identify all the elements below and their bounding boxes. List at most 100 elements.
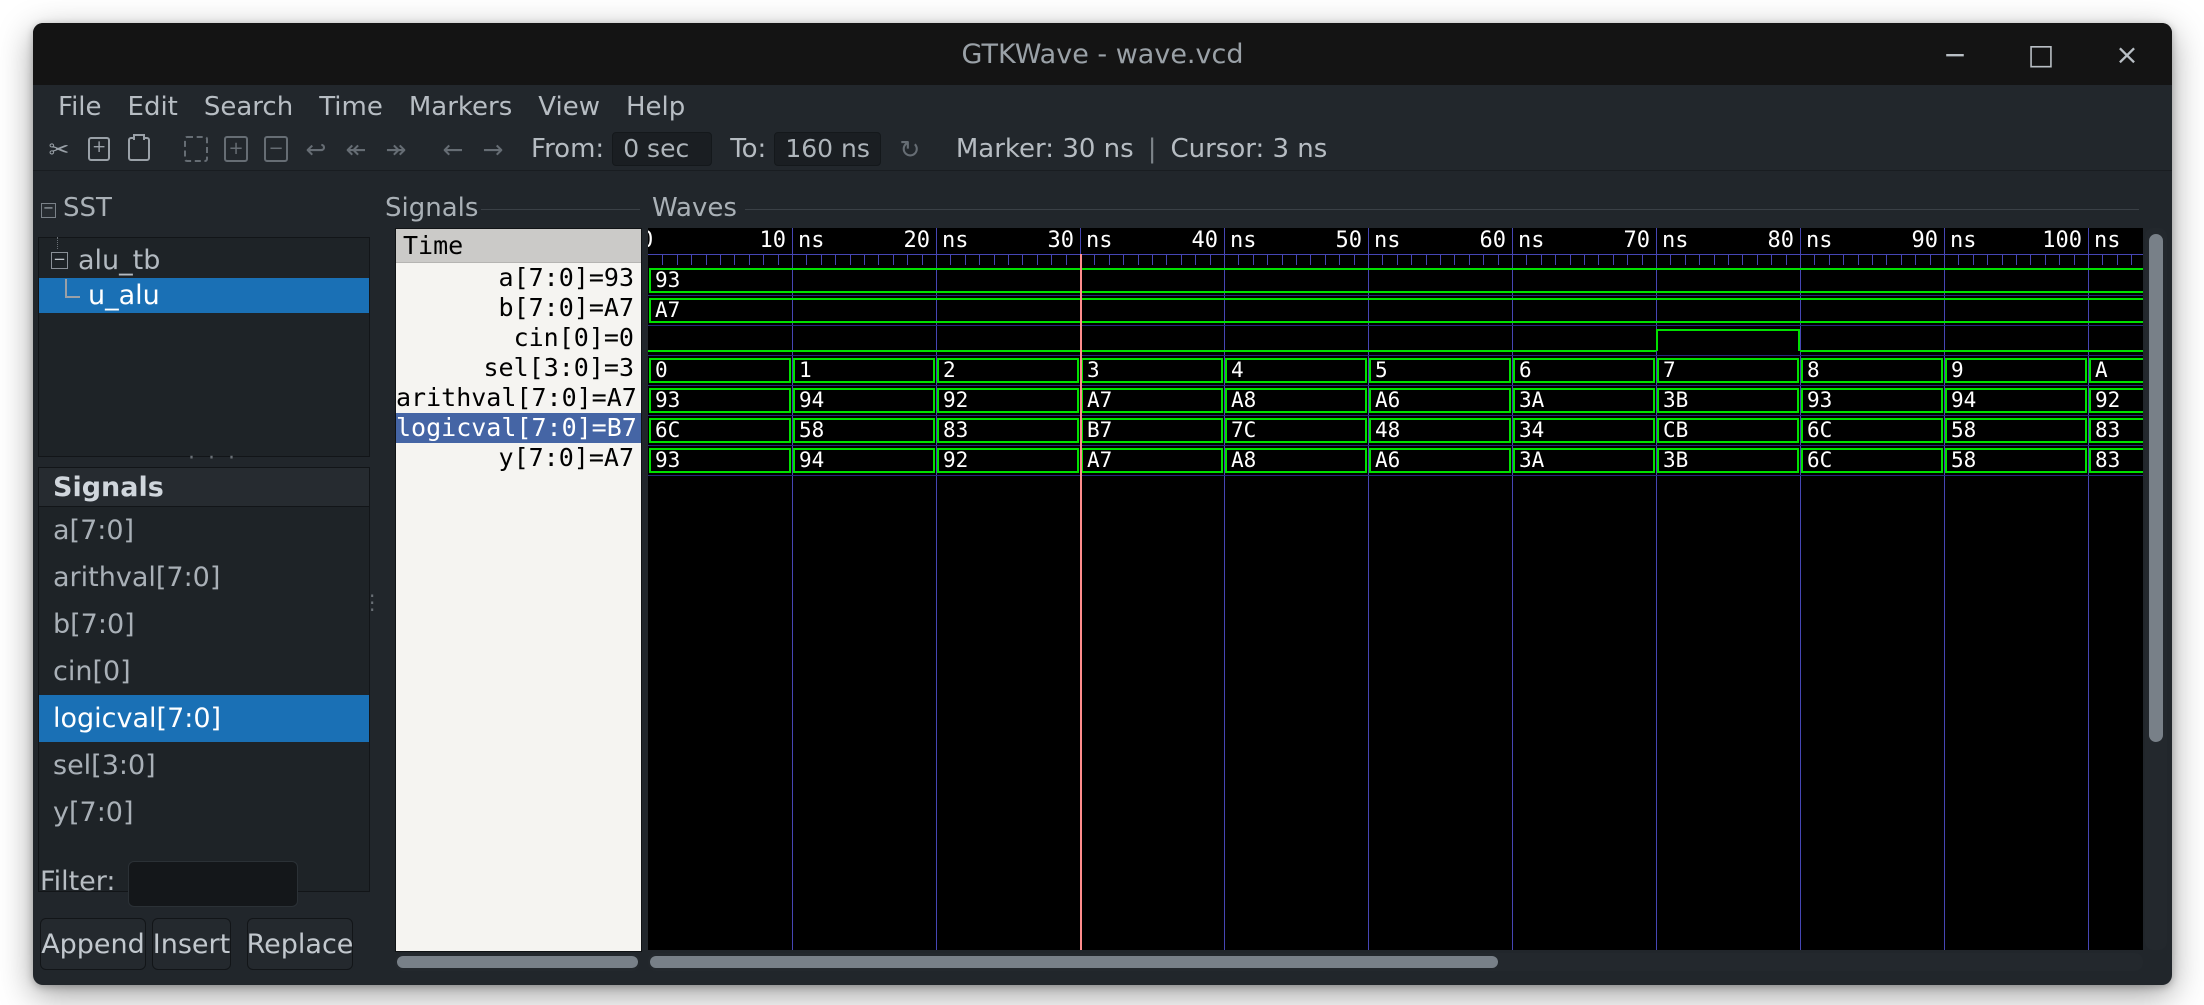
bus-value: B7 xyxy=(1087,420,1112,441)
zoom-in-icon: + xyxy=(224,136,248,162)
menu-help[interactable]: Help xyxy=(613,88,698,126)
wave-hscroll-thumb[interactable] xyxy=(650,956,1498,968)
menu-search[interactable]: Search xyxy=(191,88,306,126)
replace-button[interactable]: Replace xyxy=(247,918,353,970)
zoom-undo-icon[interactable]: ↩ xyxy=(303,134,329,164)
wave-row-y70[interactable]: 939492A7A8A63A3B6C5883 xyxy=(648,446,2143,476)
copy-icon[interactable] xyxy=(86,134,112,164)
to-label: To: xyxy=(730,134,766,164)
tree-elbow-icon xyxy=(65,279,80,298)
bus-value: 92 xyxy=(2095,390,2120,411)
reload-icon[interactable]: ↻ xyxy=(897,134,923,164)
wave-row-b70[interactable]: A7 xyxy=(648,296,2143,326)
zoom-fit-icon[interactable] xyxy=(183,134,209,164)
bus-value: 5 xyxy=(1375,360,1388,381)
signal-list-item[interactable]: arithval[7:0] xyxy=(39,554,369,601)
zoom-out-icon[interactable]: − xyxy=(263,134,289,164)
wave-row-arithval70[interactable]: 939492A7A8A63A3B939492 xyxy=(648,386,2143,416)
minor-tick xyxy=(763,255,764,265)
minor-tick xyxy=(1066,255,1067,265)
close-button[interactable]: × xyxy=(2110,37,2144,71)
signal-name-row[interactable]: logicval[7:0]=B7 xyxy=(396,413,641,443)
names-hscroll-thumb[interactable] xyxy=(397,956,638,968)
bus-value: 6C xyxy=(1807,420,1832,441)
sst-splitter-handle[interactable]: · · · xyxy=(183,456,243,466)
signal-list-item[interactable]: logicval[7:0] xyxy=(39,695,369,742)
append-button[interactable]: Append xyxy=(40,918,146,970)
forward-icon[interactable]: → xyxy=(480,134,506,164)
to-entry[interactable]: 160 ns xyxy=(774,132,881,166)
timeline-baseline xyxy=(648,254,2143,255)
maximize-button[interactable]: □ xyxy=(2024,37,2058,71)
marker-line[interactable] xyxy=(1080,254,1082,950)
signal-list-item[interactable]: b[7:0] xyxy=(39,601,369,648)
bus-segment: 3A xyxy=(1513,448,1655,473)
menu-time[interactable]: Time xyxy=(306,88,396,126)
bus-value: A6 xyxy=(1375,390,1400,411)
signal-name-row[interactable]: b[7:0]=A7 xyxy=(396,293,641,323)
minor-tick xyxy=(1915,255,1916,265)
status-divider: | xyxy=(1148,134,1157,164)
wave-row-cin0[interactable] xyxy=(648,326,2143,356)
tree-item-alu-tb[interactable]: − alu_tb xyxy=(39,243,369,278)
minor-tick xyxy=(706,255,707,265)
minor-tick xyxy=(1930,255,1931,265)
menu-file[interactable]: File xyxy=(45,88,115,126)
bus-segment: 94 xyxy=(1945,388,2087,413)
signals-list-panel: Signals a[7:0]arithval[7:0]b[7:0]cin[0]l… xyxy=(38,467,370,892)
from-entry[interactable]: 0 sec xyxy=(612,132,712,166)
cut-icon[interactable]: ✂ xyxy=(46,134,72,164)
wave-row-sel30[interactable]: 0123456789A xyxy=(648,356,2143,386)
wave-canvas[interactable]: 010ns20ns30ns40ns50ns60ns70ns80ns90ns100… xyxy=(648,228,2143,950)
signal-list-item[interactable]: a[7:0] xyxy=(39,507,369,554)
signal-list-item[interactable]: sel[3:0] xyxy=(39,742,369,789)
signal-list-item[interactable]: cin[0] xyxy=(39,648,369,695)
wave-row-a70[interactable]: 93 xyxy=(648,266,2143,296)
signal-name-row[interactable]: y[7:0]=A7 xyxy=(396,443,641,473)
menu-view[interactable]: View xyxy=(525,88,613,126)
wave-vscrollbar[interactable] xyxy=(2145,228,2167,950)
signal-name-row[interactable]: cin[0]=0 xyxy=(396,323,641,353)
shift-right-icon[interactable]: ↠ xyxy=(383,134,409,164)
bus-segment: 8 xyxy=(1801,358,1943,383)
tree-item-u-alu[interactable]: u_alu xyxy=(39,278,369,313)
bus-value: 3B xyxy=(1663,390,1688,411)
wave-vscroll-thumb[interactable] xyxy=(2149,234,2163,742)
bus-value: 1 xyxy=(799,360,812,381)
bus-segment: 92 xyxy=(2089,388,2143,413)
signal-name-row[interactable]: sel[3:0]=3 xyxy=(396,353,641,383)
paste-icon[interactable] xyxy=(126,134,152,164)
sst-frame-label[interactable]: SST xyxy=(63,193,112,223)
bus-value: 4 xyxy=(1231,360,1244,381)
minor-tick xyxy=(2045,255,2046,265)
filter-input[interactable] xyxy=(128,861,298,907)
zoom-in-icon[interactable]: + xyxy=(223,134,249,164)
minor-tick xyxy=(1238,255,1239,265)
signal-name-row[interactable]: a[7:0]=93 xyxy=(396,263,641,293)
minor-tick xyxy=(2016,255,2017,265)
sst-expander-icon[interactable]: − xyxy=(41,203,56,218)
minor-tick xyxy=(1728,255,1729,265)
bus-segment: 58 xyxy=(793,418,935,443)
shift-left-icon[interactable]: ↞ xyxy=(343,134,369,164)
timeline-tick-label: 30 xyxy=(984,228,1074,253)
bus-value: 93 xyxy=(655,390,680,411)
signal-name-row[interactable]: arithval[7:0]=A7 xyxy=(396,383,641,413)
time-header[interactable]: Time xyxy=(396,229,641,263)
bus-segment: A7 xyxy=(1081,388,1223,413)
signal-list-item[interactable]: y[7:0] xyxy=(39,789,369,836)
menu-edit[interactable]: Edit xyxy=(115,88,191,126)
collapse-icon[interactable]: − xyxy=(51,252,68,269)
back-icon[interactable]: ← xyxy=(440,134,466,164)
minor-tick xyxy=(1123,255,1124,265)
menu-markers[interactable]: Markers xyxy=(396,88,525,126)
wave-hscrollbar[interactable] xyxy=(648,953,2143,971)
title-bar[interactable]: GTKWave - wave.vcd − □ × xyxy=(33,23,2172,85)
minor-tick xyxy=(1296,255,1297,265)
insert-button[interactable]: Insert xyxy=(152,918,231,970)
minimize-button[interactable]: − xyxy=(1938,37,1972,71)
bus-value: 58 xyxy=(799,420,824,441)
names-hscrollbar[interactable] xyxy=(395,953,640,971)
wave-row-logicval70[interactable]: 6C5883B77C4834CB6C5883 xyxy=(648,416,2143,446)
signals-list-header: Signals xyxy=(39,468,369,507)
